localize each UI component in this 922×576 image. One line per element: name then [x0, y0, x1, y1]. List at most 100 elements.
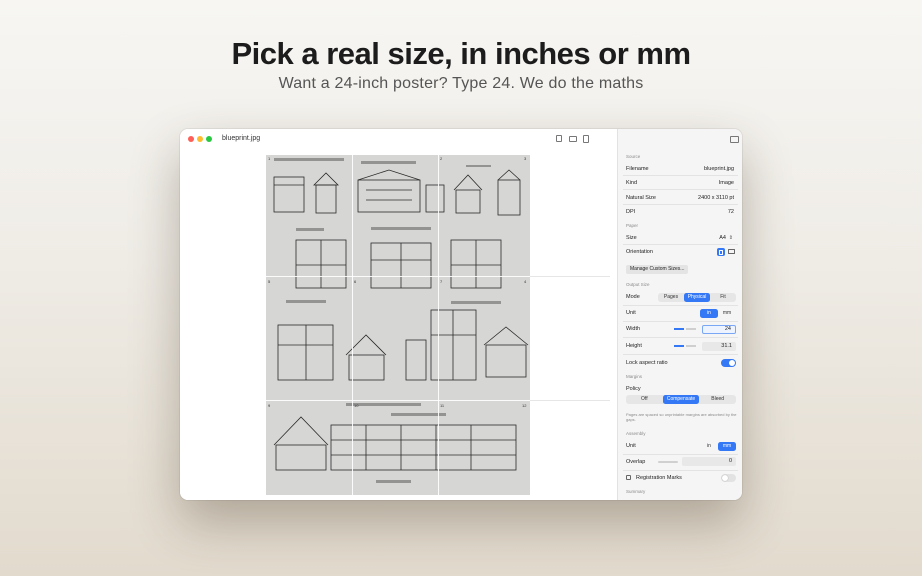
- tile-number: 4: [524, 279, 527, 284]
- assembly-unit-mm[interactable]: mm: [718, 442, 736, 451]
- portrait-orientation-button[interactable]: [717, 248, 725, 256]
- section-source: Source: [626, 154, 641, 159]
- hero-subhead: Want a 24-inch poster? Type 24. We do th…: [278, 75, 644, 92]
- policy-compensate[interactable]: Compensate: [662, 395, 700, 404]
- divider: [623, 189, 738, 190]
- portrait-icon: [719, 249, 723, 255]
- divider: [623, 244, 738, 245]
- manage-custom-sizes-button[interactable]: Manage Custom Sizes...: [626, 265, 689, 274]
- registration-marks-toggle[interactable]: [721, 474, 736, 482]
- divider: [623, 470, 738, 471]
- filename-value: blueprint.jpg: [704, 166, 734, 172]
- height-slider[interactable]: [674, 345, 684, 347]
- paper-size-label: Size: [626, 235, 637, 241]
- minimize-window-button[interactable]: [197, 136, 203, 142]
- width-slider-track[interactable]: [686, 328, 696, 330]
- registration-marks-icon: [626, 475, 631, 480]
- divider: [623, 321, 738, 322]
- mode-physical[interactable]: Physical: [684, 293, 710, 302]
- divider: [623, 175, 738, 176]
- divider: [623, 454, 738, 455]
- window-title: blueprint.jpg: [222, 135, 261, 142]
- assembly-unit-segmented-control[interactable]: in mm: [700, 442, 736, 451]
- natural-size-value: 2400 x 3110 pt: [698, 195, 734, 201]
- sidebar-toggle-icon[interactable]: [730, 136, 739, 143]
- margins-help-text: Pages are spaced so unprintable margins …: [626, 412, 737, 422]
- tile-number: 12: [522, 403, 527, 408]
- divider: [623, 204, 738, 205]
- overlap-slider[interactable]: [658, 461, 678, 463]
- policy-bleed[interactable]: Bleed: [699, 395, 736, 404]
- tile-number: 3: [524, 156, 527, 161]
- section-output-size: Output Size: [626, 282, 650, 287]
- kind-value: Image: [718, 180, 734, 186]
- tile-number: 5: [268, 279, 271, 284]
- tile-number: 2: [440, 156, 443, 161]
- landscape-orientation-button[interactable]: [728, 249, 735, 254]
- orientation-label: Orientation: [626, 249, 653, 255]
- tile-number: 7: [440, 279, 443, 284]
- width-label: Width: [626, 326, 641, 332]
- tile-number: 10: [354, 403, 359, 408]
- registration-marks-label: Registration Marks: [636, 475, 682, 481]
- tile-divider: [352, 155, 353, 495]
- width-slider[interactable]: [674, 328, 684, 330]
- lock-aspect-ratio-toggle[interactable]: [721, 359, 736, 367]
- tile-guide: [530, 276, 610, 277]
- height-label: Height: [626, 343, 642, 349]
- title-bar: blueprint.jpg: [180, 129, 617, 149]
- mode-pages[interactable]: Pages: [658, 293, 684, 302]
- blueprint-image: [266, 155, 530, 495]
- share-icon[interactable]: [556, 135, 562, 142]
- preview-canvas[interactable]: 1 2 3 4 5 6 7 9 10 11 12: [180, 149, 617, 500]
- mode-label: Mode: [626, 294, 640, 300]
- section-assembly: Assembly: [626, 431, 646, 436]
- unit-segmented-control[interactable]: in mm: [700, 309, 736, 318]
- height-field[interactable]: 31.1: [702, 342, 736, 351]
- toggle-knob: [722, 475, 728, 481]
- unit-label: Unit: [626, 310, 636, 316]
- close-window-button[interactable]: [188, 136, 194, 142]
- export-pdf-icon[interactable]: [583, 135, 589, 143]
- filename-label: Filename: [626, 166, 649, 172]
- print-icon[interactable]: [569, 136, 577, 142]
- section-margins: Margins: [626, 374, 643, 379]
- policy-segmented-control[interactable]: Off Compensate Bleed: [626, 395, 736, 404]
- height-slider-track[interactable]: [686, 345, 696, 347]
- tile-number: 6: [354, 279, 357, 284]
- tile-divider: [266, 400, 530, 401]
- toggle-knob: [729, 360, 735, 366]
- unit-in[interactable]: in: [700, 309, 718, 318]
- unit-mm[interactable]: mm: [718, 309, 736, 318]
- tile-number: 1: [268, 156, 271, 161]
- dpi-value: 72: [727, 209, 734, 215]
- assembly-unit-in[interactable]: in: [700, 442, 718, 451]
- policy-label: Policy: [626, 386, 641, 392]
- section-paper: Paper: [626, 223, 639, 228]
- zoom-window-button[interactable]: [206, 136, 212, 142]
- inspector-panel: Source Filename blueprint.jpg Kind Image…: [556, 129, 742, 500]
- section-summary: Summary: [626, 489, 646, 494]
- policy-off[interactable]: Off: [626, 395, 663, 404]
- mode-fit[interactable]: Fit: [710, 293, 736, 302]
- tile-number: 9: [268, 403, 271, 408]
- mode-segmented-control[interactable]: Pages Physical Fit: [658, 293, 736, 302]
- blueprint-preview[interactable]: 1 2 3 4 5 6 7 9 10 11 12: [266, 155, 530, 495]
- tile-divider: [266, 276, 530, 277]
- tile-divider: [438, 155, 439, 495]
- lock-aspect-ratio-label: Lock aspect ratio: [626, 360, 668, 366]
- overlap-label: Overlap: [626, 459, 646, 465]
- tile-guide: [530, 400, 610, 401]
- hero-headline: Pick a real size, in inches or mm: [231, 36, 691, 71]
- tile-number: 11: [440, 403, 445, 408]
- overlap-field[interactable]: 0: [682, 457, 736, 466]
- width-field[interactable]: 24: [702, 325, 736, 334]
- divider: [623, 305, 738, 306]
- stepper-icon[interactable]: ⇕: [729, 235, 733, 241]
- app-window: blueprint.jpg 1 2 3 4 5 6 7 9 10 11 12 S…: [180, 129, 742, 500]
- divider: [623, 354, 738, 355]
- divider: [623, 337, 738, 338]
- paper-size-select[interactable]: A4: [719, 235, 726, 241]
- kind-label: Kind: [626, 180, 638, 186]
- dpi-label: DPI: [626, 209, 636, 215]
